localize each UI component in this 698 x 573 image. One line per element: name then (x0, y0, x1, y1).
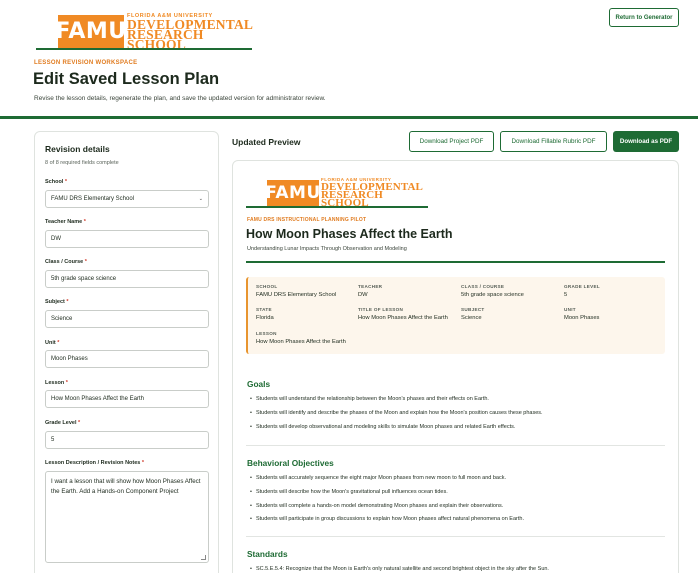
teacher-label: Teacher Name * (45, 219, 86, 225)
page-title: Edit Saved Lesson Plan (33, 70, 220, 88)
meta-grade-level: GRADE LEVEL 5 (564, 284, 600, 298)
school-select-value: FAMU DRS Elementary School (51, 196, 135, 202)
meta-state: STATE Florida (256, 307, 274, 321)
unit-input[interactable]: Moon Phases (45, 350, 209, 368)
meta-school: SCHOOL FAMU DRS Elementary School (256, 284, 337, 298)
famu-drs-logo: FAMU FLORIDA A&M UNIVERSITY DEVELOPMENTA… (55, 13, 253, 50)
download-project-pdf-button[interactable]: Download Project PDF (409, 131, 494, 152)
logo-wordmark: FLORIDA A&M UNIVERSITY DEVELOPMENTAL RES… (127, 13, 253, 50)
list-item: Students will accurately sequence the ei… (250, 475, 506, 481)
logo-underline (36, 48, 252, 50)
meta-lesson: LESSON How Moon Phases Affect the Earth (256, 331, 346, 345)
lesson-preview-card: FAMU FLORIDA A&M UNIVERSITY DEVELOPMENTA… (232, 160, 679, 573)
class-course-input[interactable]: 5th grade space science (45, 270, 209, 288)
resize-handle-icon[interactable] (201, 555, 206, 560)
workspace-eyebrow: LESSON REVISION WORKSPACE (34, 60, 138, 66)
download-as-pdf-button[interactable]: Download as PDF (613, 131, 679, 152)
list-item: Students will understand the relationshi… (250, 396, 489, 402)
list-item: Students will complete a hands-on model … (250, 503, 503, 509)
meta-subject: SUBJECT Science (461, 307, 485, 321)
standards-heading: Standards (247, 549, 288, 559)
subject-label: Subject * (45, 299, 69, 305)
meta-teacher: TEACHER DW (358, 284, 383, 298)
grade-level-label: Grade Level * (45, 420, 81, 426)
list-item: Students will develop observational and … (250, 424, 515, 430)
list-item: Students will identify and describe the … (250, 410, 543, 416)
revision-details-title: Revision details (45, 144, 110, 154)
header-divider (0, 116, 698, 119)
lesson-title: How Moon Phases Affect the Earth (246, 227, 453, 241)
download-fillable-rubric-pdf-button[interactable]: Download Fillable Rubric PDF (500, 131, 607, 152)
preview-eyebrow: FAMU DRS INSTRUCTIONAL PLANNING PILOT (247, 217, 367, 223)
page-header: FAMU FLORIDA A&M UNIVERSITY DEVELOPMENTA… (0, 0, 698, 118)
class-label: Class / Course * (45, 259, 87, 265)
lesson-label: Lesson * (45, 380, 68, 386)
meta-class-course: CLASS / COURSE 5th grade space science (461, 284, 524, 298)
return-to-generator-button[interactable]: Return to Generator (609, 8, 679, 27)
section-divider (246, 445, 665, 446)
section-divider (246, 536, 665, 537)
description-text: I want a lesson that will show how Moon … (51, 478, 201, 495)
preview-divider (246, 261, 665, 263)
school-label: School * (45, 179, 68, 185)
goals-heading: Goals (247, 379, 271, 389)
grade-level-input[interactable]: 5 (45, 431, 209, 449)
unit-label: Unit * (45, 340, 60, 346)
preview-famu-drs-logo: FAMU FLORIDA A&M UNIVERSITY DEVELOPMENTA… (265, 177, 423, 208)
updated-preview-heading: Updated Preview (232, 137, 301, 147)
preview-famu-logo-mark: FAMU (265, 179, 320, 206)
famu-logo-mark: FAMU (55, 14, 126, 49)
preview-logo-underline (246, 206, 428, 208)
behavioral-objectives-heading: Behavioral Objectives (247, 458, 334, 468)
list-item: Students will describe how the Moon's gr… (250, 489, 448, 495)
page-subtitle: Revise the lesson details, regenerate th… (34, 95, 326, 102)
lesson-subtitle: Understanding Lunar Impacts Through Obse… (247, 246, 407, 252)
description-label: Lesson Description / Revision Notes * (45, 460, 145, 466)
list-item: SC.5.E.5.4: Recognize that the Moon is E… (250, 566, 549, 572)
chevron-down-icon: ⌄ (198, 196, 203, 202)
revision-details-panel: Revision details 8 of 8 required fields … (34, 131, 219, 573)
subject-input[interactable]: Science (45, 310, 209, 328)
meta-title-of-lesson: TITLE OF LESSON How Moon Phases Affect t… (358, 307, 448, 321)
teacher-name-input[interactable]: DW (45, 230, 209, 248)
list-item: Students will participate in group discu… (250, 516, 524, 522)
lesson-meta-box: SCHOOL FAMU DRS Elementary School TEACHE… (246, 277, 665, 354)
required-fields-count: 8 of 8 required fields complete (45, 160, 119, 166)
school-select[interactable]: FAMU DRS Elementary School ⌄ (45, 190, 209, 208)
lesson-description-textarea[interactable]: I want a lesson that will show how Moon … (45, 471, 209, 563)
preview-logo-wordmark: FLORIDA A&M UNIVERSITY DEVELOPMENTAL RES… (321, 177, 423, 208)
lesson-input[interactable]: How Moon Phases Affect the Earth (45, 390, 209, 408)
meta-unit: UNIT Moon Phases (564, 307, 600, 321)
